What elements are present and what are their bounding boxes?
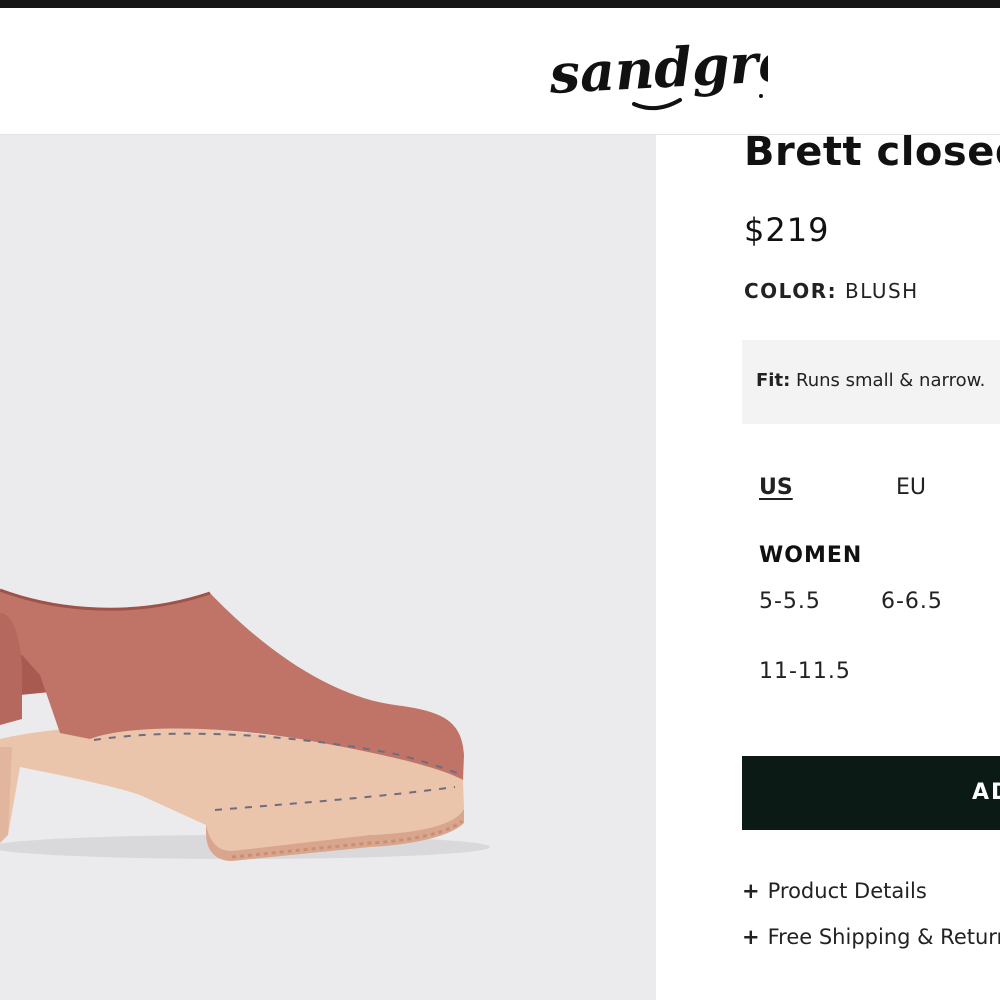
add-to-cart-button[interactable]: AD xyxy=(742,756,1000,830)
svg-text:sandgrens: sandgrens xyxy=(547,30,768,106)
product-price: $219 xyxy=(744,211,830,249)
fit-label: Fit: xyxy=(756,370,791,391)
plus-icon: + xyxy=(742,879,760,903)
product-details-accordion[interactable]: + Product Details xyxy=(742,879,927,903)
color-value: BLUSH xyxy=(844,279,919,303)
product-info-panel: Brett closed $219 COLOR: BLUSH Fit: Runs… xyxy=(656,135,1000,1000)
fit-note-box: Fit: Runs small & narrow. xyxy=(742,340,1000,424)
size-section-women: WOMEN xyxy=(759,543,863,568)
site-header: sandgrens xyxy=(0,8,1000,135)
fit-text: Runs small & narrow. xyxy=(796,370,986,391)
color-label: COLOR: xyxy=(744,279,838,303)
product-image-gallery[interactable] xyxy=(0,135,656,1000)
product-title: Brett closed xyxy=(744,135,1000,175)
size-unit-eu-tab[interactable]: EU xyxy=(896,475,926,500)
top-bar xyxy=(0,0,1000,8)
product-image-clog xyxy=(0,588,490,861)
size-option[interactable]: 6-6.5 xyxy=(881,589,943,614)
accordion-label: Product Details xyxy=(767,879,927,903)
color-row: COLOR: BLUSH xyxy=(744,279,919,303)
accordion-label: Free Shipping & Return xyxy=(767,925,1000,949)
size-option[interactable]: 5-5.5 xyxy=(759,589,821,614)
fit-note: Fit: Runs small & narrow. xyxy=(756,370,985,391)
add-to-cart-label: AD xyxy=(972,780,1000,805)
size-option[interactable]: 11-11.5 xyxy=(759,659,851,684)
shipping-returns-accordion[interactable]: + Free Shipping & Return xyxy=(742,925,1000,949)
size-unit-us-tab[interactable]: US xyxy=(759,475,793,500)
sandgrens-logo[interactable]: sandgrens xyxy=(546,30,768,120)
plus-icon: + xyxy=(742,925,760,949)
